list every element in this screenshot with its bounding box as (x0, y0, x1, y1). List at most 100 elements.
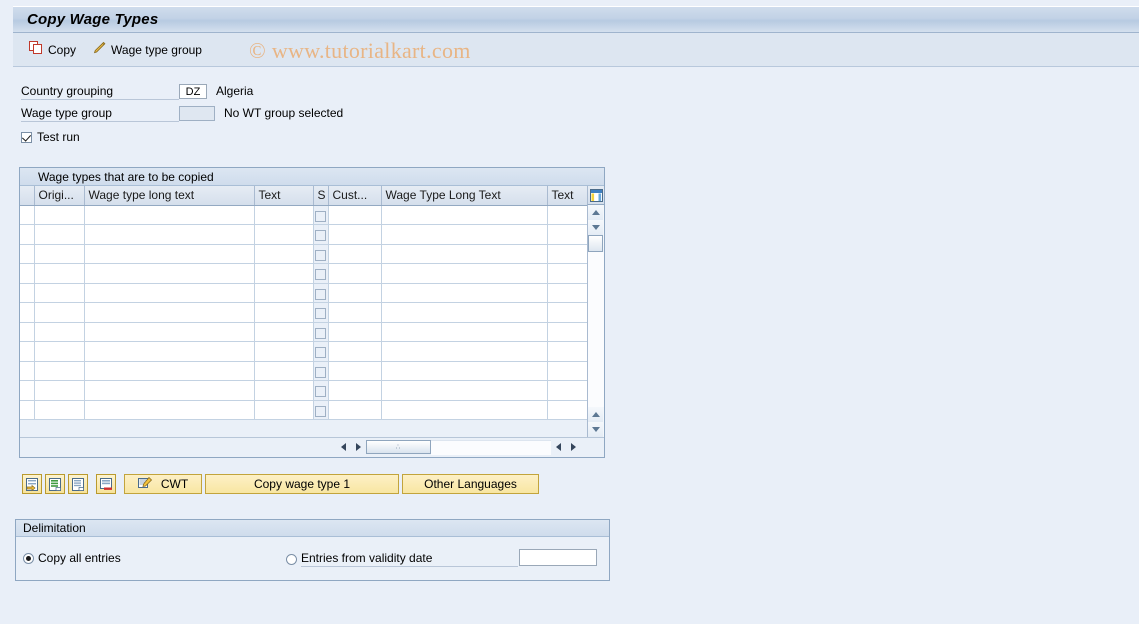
cell-wage-type-long-text-2[interactable] (381, 361, 548, 381)
cell-text-2[interactable] (547, 361, 588, 381)
cell-origin[interactable] (34, 263, 85, 284)
row-selector-cell[interactable] (20, 341, 35, 362)
cell-text-2[interactable] (547, 341, 588, 362)
cell-s[interactable] (313, 302, 329, 323)
row-s-checkbox[interactable] (315, 210, 326, 222)
wage-type-group-input[interactable] (179, 105, 215, 121)
select-block-icon-button[interactable] (45, 474, 65, 494)
cell-cust[interactable] (328, 380, 382, 401)
cell-cust[interactable] (328, 322, 382, 342)
wage-type-group-button[interactable]: Wage type group (84, 37, 210, 63)
cell-text-2[interactable] (547, 283, 588, 303)
row-selector-cell[interactable] (20, 244, 35, 264)
cell-wage-type-long-text[interactable] (84, 380, 255, 401)
copy-button[interactable]: Copy (21, 37, 84, 63)
cell-s[interactable] (313, 224, 329, 245)
table-horizontal-scrollbar[interactable]: ∴ (20, 437, 604, 456)
row-selector-cell[interactable] (20, 322, 35, 342)
cell-cust[interactable] (328, 400, 382, 420)
cell-text-1[interactable] (254, 400, 314, 420)
cell-wage-type-long-text[interactable] (84, 205, 255, 225)
scroll-left-page-button[interactable] (351, 440, 366, 455)
delete-row-icon-button[interactable] (96, 474, 116, 494)
row-s-checkbox[interactable] (315, 347, 326, 359)
cell-text-2[interactable] (547, 244, 588, 264)
cell-text-1[interactable] (254, 263, 314, 284)
column-header-s[interactable]: S (313, 186, 329, 206)
test-run-row[interactable]: Test run (21, 129, 343, 145)
other-languages-button[interactable]: Other Languages (402, 474, 539, 494)
cell-text-2[interactable] (547, 263, 588, 284)
scroll-up-top-button[interactable] (588, 205, 603, 220)
row-selector-cell[interactable] (20, 263, 35, 284)
cell-wage-type-long-text-2[interactable] (381, 380, 548, 401)
cell-origin[interactable] (34, 244, 85, 264)
cell-origin[interactable] (34, 380, 85, 401)
cell-text-2[interactable] (547, 380, 588, 401)
cell-s[interactable] (313, 361, 329, 381)
cell-wage-type-long-text[interactable] (84, 263, 255, 284)
row-s-checkbox[interactable] (315, 288, 326, 300)
table-row[interactable] (20, 400, 588, 420)
scroll-down-top-button[interactable] (588, 220, 603, 235)
cell-s[interactable] (313, 283, 329, 303)
cell-wage-type-long-text[interactable] (84, 361, 255, 381)
cell-wage-type-long-text-2[interactable] (381, 263, 548, 284)
column-header-wage-type-long-text[interactable]: Wage type long text (84, 186, 255, 206)
cell-cust[interactable] (328, 302, 382, 323)
table-row[interactable] (20, 244, 588, 264)
entries-from-validity-date-option[interactable]: Entries from validity date (286, 551, 518, 567)
row-s-checkbox[interactable] (315, 269, 326, 281)
cell-wage-type-long-text[interactable] (84, 400, 255, 420)
cell-text-1[interactable] (254, 380, 314, 401)
table-row[interactable] (20, 341, 588, 362)
cell-origin[interactable] (34, 283, 85, 303)
select-all-icon-button[interactable] (22, 474, 42, 494)
cell-text-2[interactable] (547, 302, 588, 323)
cell-wage-type-long-text-2[interactable] (381, 224, 548, 245)
cell-cust[interactable] (328, 224, 382, 245)
deselect-icon-button[interactable] (68, 474, 88, 494)
scroll-up-bottom-button[interactable] (588, 407, 603, 422)
cell-wage-type-long-text-2[interactable] (381, 283, 548, 303)
cell-origin[interactable] (34, 302, 85, 323)
column-header-select[interactable] (20, 186, 35, 206)
row-s-checkbox[interactable] (315, 249, 326, 261)
cell-origin[interactable] (34, 361, 85, 381)
cell-wage-type-long-text-2[interactable] (381, 322, 548, 342)
table-row[interactable] (20, 380, 588, 401)
cell-origin[interactable] (34, 341, 85, 362)
cell-text-1[interactable] (254, 322, 314, 342)
horizontal-scroll-track[interactable] (431, 439, 551, 455)
cell-wage-type-long-text[interactable] (84, 244, 255, 264)
cell-text-1[interactable] (254, 283, 314, 303)
row-selector-cell[interactable] (20, 302, 35, 323)
cell-text-1[interactable] (254, 244, 314, 264)
cell-text-2[interactable] (547, 322, 588, 342)
copy-wage-type-button[interactable]: Copy wage type 1 (205, 474, 399, 494)
cell-cust[interactable] (328, 283, 382, 303)
table-row[interactable] (20, 302, 588, 323)
cell-s[interactable] (313, 341, 329, 362)
cell-wage-type-long-text[interactable] (84, 302, 255, 323)
cwt-button[interactable]: CWT (124, 474, 202, 494)
cell-wage-type-long-text-2[interactable] (381, 341, 548, 362)
test-run-checkbox[interactable] (21, 131, 32, 143)
table-vertical-scrollbar[interactable] (587, 205, 604, 437)
cell-cust[interactable] (328, 244, 382, 264)
row-selector-cell[interactable] (20, 283, 35, 303)
table-row[interactable] (20, 263, 588, 284)
column-header-wage-type-long-text-2[interactable]: Wage Type Long Text (381, 186, 548, 206)
validity-date-input[interactable] (519, 549, 597, 566)
cell-wage-type-long-text-2[interactable] (381, 302, 548, 323)
scroll-right-page-button[interactable] (551, 440, 566, 455)
table-row[interactable] (20, 224, 588, 245)
cell-text-2[interactable] (547, 400, 588, 420)
table-row[interactable] (20, 322, 588, 342)
table-row[interactable] (20, 205, 588, 225)
copy-all-entries-radio[interactable] (23, 552, 34, 564)
scroll-down-bottom-button[interactable] (588, 422, 603, 437)
column-header-text-1[interactable]: Text (254, 186, 314, 206)
cell-s[interactable] (313, 322, 329, 342)
cell-text-1[interactable] (254, 224, 314, 245)
